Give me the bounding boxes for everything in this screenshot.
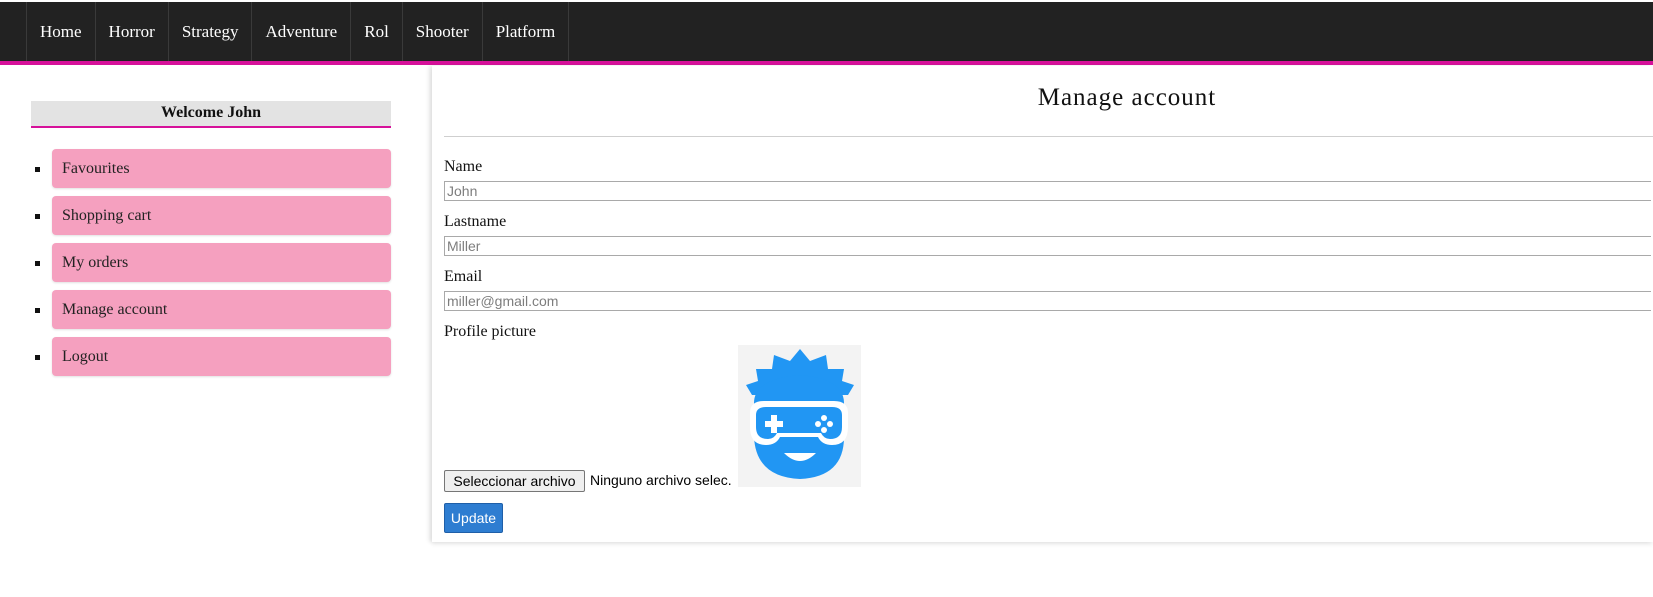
lastname-input[interactable] [444, 236, 1651, 256]
nav-item-platform[interactable]: Platform [481, 2, 570, 61]
email-input[interactable] [444, 291, 1651, 311]
nav-item-adventure[interactable]: Adventure [251, 2, 350, 61]
choose-file-button[interactable]: Seleccionar archivo [444, 470, 585, 492]
welcome-heading: Welcome John [31, 101, 391, 128]
my-orders-link[interactable]: My orders [52, 243, 391, 282]
profile-picture-preview [738, 345, 861, 487]
bullet-icon [35, 261, 40, 266]
page-title: Manage account [1037, 84, 1217, 111]
favourites-link[interactable]: Favourites [52, 149, 391, 188]
nav-menu: Home Horror Strategy Adventure Rol Shoot… [26, 2, 570, 61]
shopping-cart-link[interactable]: Shopping cart [52, 196, 391, 235]
name-label: Name [444, 158, 483, 175]
title-divider [444, 136, 1653, 137]
logout-link[interactable]: Logout [52, 337, 391, 376]
profile-picture-label: Profile picture [444, 323, 536, 340]
lastname-label: Lastname [444, 213, 507, 230]
bullet-icon [35, 308, 40, 313]
nav-item-shooter[interactable]: Shooter [401, 2, 482, 61]
update-button[interactable]: Update [444, 503, 503, 533]
name-input[interactable] [444, 181, 1651, 201]
bullet-icon [35, 355, 40, 360]
nav-item-strategy[interactable]: Strategy [167, 2, 252, 61]
gamer-avatar-icon [746, 349, 854, 479]
nav-item-horror[interactable]: Horror [94, 2, 168, 61]
email-label: Email [444, 268, 483, 285]
bullet-icon [35, 214, 40, 219]
top-navbar: Home Horror Strategy Adventure Rol Shoot… [0, 2, 1653, 65]
nav-item-home[interactable]: Home [26, 2, 95, 61]
nav-item-rol[interactable]: Rol [350, 2, 402, 61]
bullet-icon [35, 167, 40, 172]
manage-account-link[interactable]: Manage account [52, 290, 391, 329]
file-status-text: Ninguno archivo selec. [590, 472, 732, 488]
manage-account-panel: Manage account Name Lastname Email Profi… [432, 66, 1653, 542]
